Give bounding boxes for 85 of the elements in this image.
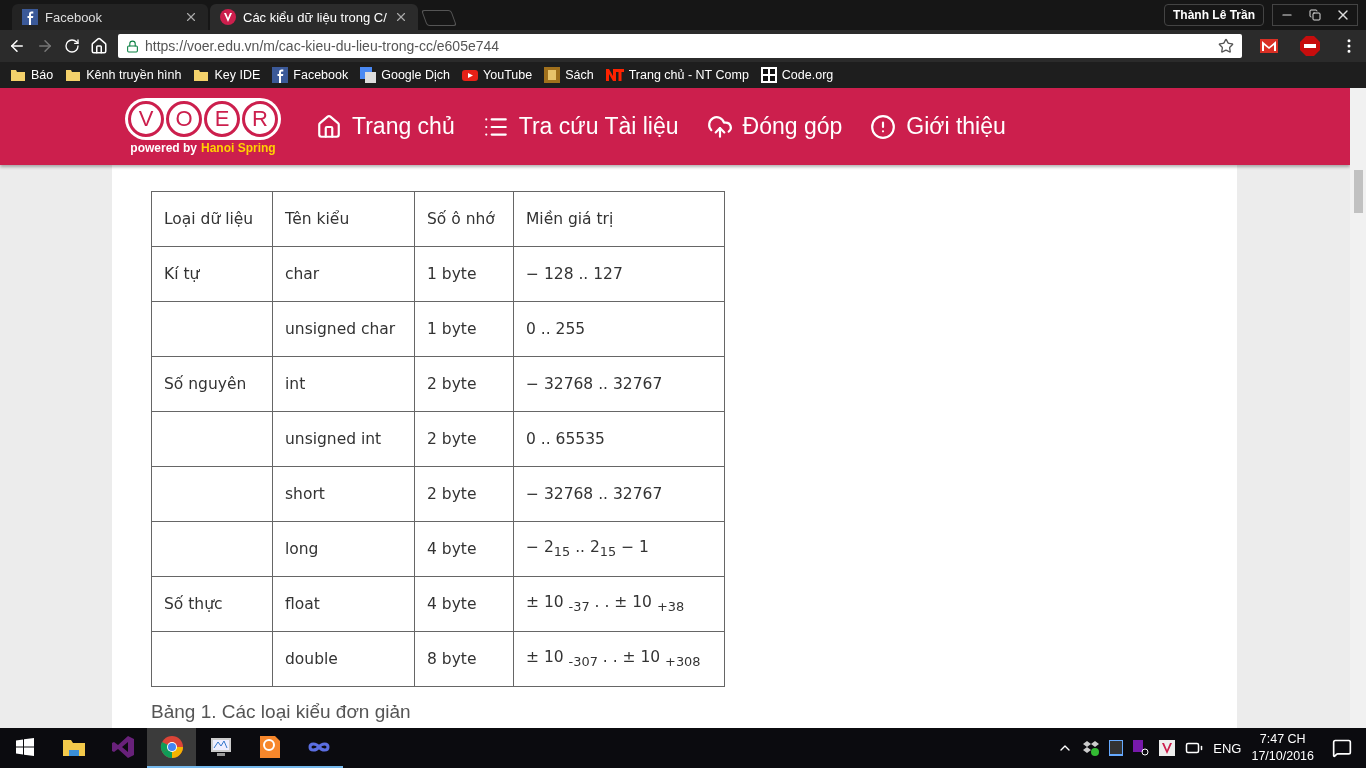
close-icon[interactable] bbox=[184, 10, 198, 24]
bookmark-link[interactable]: Sách bbox=[544, 67, 594, 83]
table-cell: − 128 .. 127 bbox=[513, 246, 725, 302]
table-cell: − 2$_{15}$ .. 2$_{15}$ − 1 bbox=[513, 521, 725, 577]
restore-icon bbox=[1309, 9, 1321, 21]
clock[interactable]: 7:47 CH 17/10/2016 bbox=[1251, 731, 1314, 765]
windows-icon bbox=[15, 738, 34, 756]
bookmark-link[interactable]: YouTube bbox=[462, 67, 533, 83]
nav-link[interactable]: Đóng góp bbox=[706, 113, 843, 140]
bookmark-link[interactable]: Code.org bbox=[760, 67, 834, 83]
column-header: Loại dữ liệu bbox=[151, 191, 273, 247]
visual-studio-icon bbox=[109, 734, 136, 760]
nav-link[interactable]: Tra cứu Tài liệu bbox=[482, 113, 679, 140]
browser-tab[interactable]: Facebook bbox=[12, 4, 208, 30]
home-icon bbox=[316, 113, 342, 140]
table-cell: unsigned char bbox=[272, 301, 415, 357]
taskbar-app[interactable] bbox=[147, 728, 196, 768]
dropbox-icon[interactable] bbox=[1083, 740, 1100, 756]
mail-icon[interactable] bbox=[1260, 39, 1278, 53]
bookmark-link[interactable]: Google Dịch bbox=[360, 67, 451, 83]
site-logo[interactable]: V O E R powered by Hanoi Spring bbox=[118, 88, 288, 165]
table-cell: ± 10 $_{-307}$ . . ± 10 $_{+308}$ bbox=[513, 631, 725, 687]
table-cell: 2 byte bbox=[414, 411, 514, 467]
table-cell: Số thực bbox=[151, 576, 273, 632]
table-caption: Bảng 1. Các loại kiểu đơn giản bbox=[151, 701, 412, 723]
voer-icon[interactable] bbox=[1159, 740, 1176, 756]
table-cell: 2 byte bbox=[414, 356, 514, 412]
table-cell: 8 byte bbox=[414, 631, 514, 687]
table-cell: Kí tự bbox=[151, 246, 273, 302]
bookmark-link[interactable]: Facebook bbox=[272, 67, 349, 83]
lock-icon bbox=[126, 39, 139, 53]
facebook-icon bbox=[22, 9, 38, 25]
column-header: Miền giá trị bbox=[513, 191, 725, 247]
table-cell: 1 byte bbox=[414, 246, 514, 302]
table-cell: 4 byte bbox=[414, 576, 514, 632]
chrome-icon bbox=[158, 734, 185, 760]
folder-icon bbox=[193, 67, 210, 83]
new-tab-button[interactable] bbox=[420, 10, 457, 26]
exclamation-icon bbox=[870, 113, 897, 140]
table-cell: 0 .. 65535 bbox=[513, 411, 725, 467]
bookmark-link[interactable]: Báo bbox=[10, 67, 54, 83]
star-icon[interactable] bbox=[1218, 38, 1234, 54]
play-icon bbox=[462, 67, 479, 83]
language-indicator[interactable]: ENG bbox=[1213, 740, 1242, 756]
table-cell: − 32768 .. 32767 bbox=[513, 356, 725, 412]
notification-icon[interactable] bbox=[1332, 738, 1352, 758]
facebook-icon bbox=[272, 67, 289, 83]
back-icon[interactable] bbox=[8, 37, 26, 55]
column-header: Tên kiểu bbox=[272, 191, 415, 247]
table-cell: float bbox=[272, 576, 415, 632]
column-header: Số ô nhớ bbox=[414, 191, 514, 247]
table-cell: Số nguyên bbox=[151, 356, 273, 412]
table-cell: 1 byte bbox=[414, 301, 514, 357]
scrollbar[interactable] bbox=[1350, 88, 1366, 728]
nav-link[interactable]: Giới thiệu bbox=[870, 113, 1006, 140]
bookmark-link[interactable]: Key IDE bbox=[193, 67, 261, 83]
table-cell: 4 byte bbox=[414, 521, 514, 577]
table-cell: short bbox=[272, 466, 415, 522]
folder-icon bbox=[10, 67, 26, 83]
table-cell: long bbox=[272, 521, 415, 577]
address-bar[interactable]: https://voer.edu.vn/m/cac-kieu-du-lieu-trong-cc/e605e744 bbox=[118, 34, 1242, 58]
table-cell: char bbox=[272, 246, 415, 302]
table-cell: double bbox=[272, 631, 415, 687]
adblock-icon[interactable] bbox=[1300, 36, 1320, 56]
reload-icon[interactable] bbox=[64, 38, 80, 54]
scrollbar-thumb[interactable] bbox=[1353, 170, 1363, 213]
folder-icon bbox=[65, 67, 82, 83]
browser-tab[interactable]: Các kiểu dữ liệu trong C/ bbox=[210, 4, 418, 30]
table-cell: ± 10 $_{-37}$ . . ± 10 $_{+38}$ bbox=[513, 576, 725, 632]
table-cell: 2 byte bbox=[414, 466, 514, 522]
voer-icon bbox=[220, 9, 236, 25]
nt-logo-icon bbox=[605, 69, 624, 81]
home-icon[interactable] bbox=[90, 37, 108, 55]
table-cell: 0 .. 255 bbox=[513, 301, 725, 357]
table-cell: − 32768 .. 32767 bbox=[513, 466, 725, 522]
bookmark-link[interactable]: Trang chủ - NT Comp bbox=[605, 68, 749, 82]
translate-icon bbox=[360, 67, 377, 83]
bookmark-link[interactable]: Kênh truyền hình bbox=[65, 67, 182, 83]
table-cell: unsigned int bbox=[272, 411, 415, 467]
profile-button[interactable]: Thành Lê Trần bbox=[1164, 4, 1264, 26]
table-cell: int bbox=[272, 356, 415, 412]
nav-link[interactable]: Trang chủ bbox=[316, 113, 455, 140]
forward-icon[interactable] bbox=[36, 37, 54, 55]
cloud-upload-icon bbox=[706, 113, 733, 140]
book-icon bbox=[544, 67, 561, 83]
